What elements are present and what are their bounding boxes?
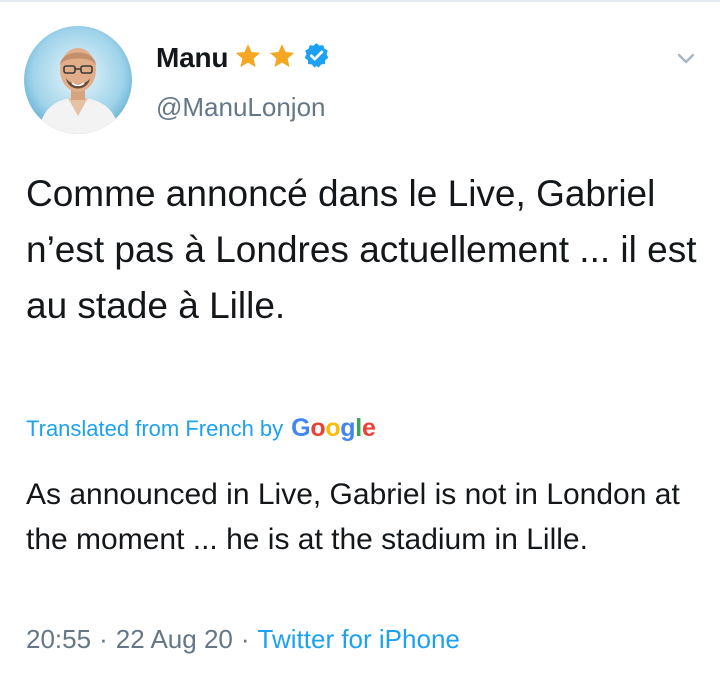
google-logo-letter: G [291,414,311,442]
google-logo-letter: o [310,414,326,442]
meta-separator: · [99,624,108,654]
meta-separator: · [240,624,250,654]
translation-attribution[interactable]: Translated from French by Google [26,414,376,443]
tweet-time: 20:55 [26,624,92,654]
avatar-image [24,26,132,134]
tweet-source-link[interactable]: Twitter for iPhone [258,624,460,655]
tweet-text: Comme annoncé dans le Live, Gabriel n’es… [26,173,697,326]
author-display-name[interactable]: Manu [156,42,229,74]
verified-badge-icon [303,42,330,74]
author-name-row: Manu [156,38,330,78]
google-logo: Google [291,414,376,443]
star-icon [234,42,262,75]
tweet-meta: 20:55 · 22 Aug 20 · Twitter for iPhone [26,624,460,655]
star-icon [268,42,296,75]
translated-text: As announced in Live, Gabriel is not in … [26,478,680,556]
google-logo-letter: g [340,414,356,442]
chevron-down-icon[interactable] [672,44,700,72]
translated-label[interactable]: Translated from French by [26,416,283,442]
author-handle[interactable]: @ManuLonjon [156,92,326,123]
google-logo-letter: l [355,414,362,442]
google-logo-letter: e [361,414,376,442]
top-divider [0,0,720,2]
tweet-date: 22 Aug 20 [115,624,233,654]
google-logo-letter: o [325,414,341,442]
avatar[interactable] [24,26,132,134]
